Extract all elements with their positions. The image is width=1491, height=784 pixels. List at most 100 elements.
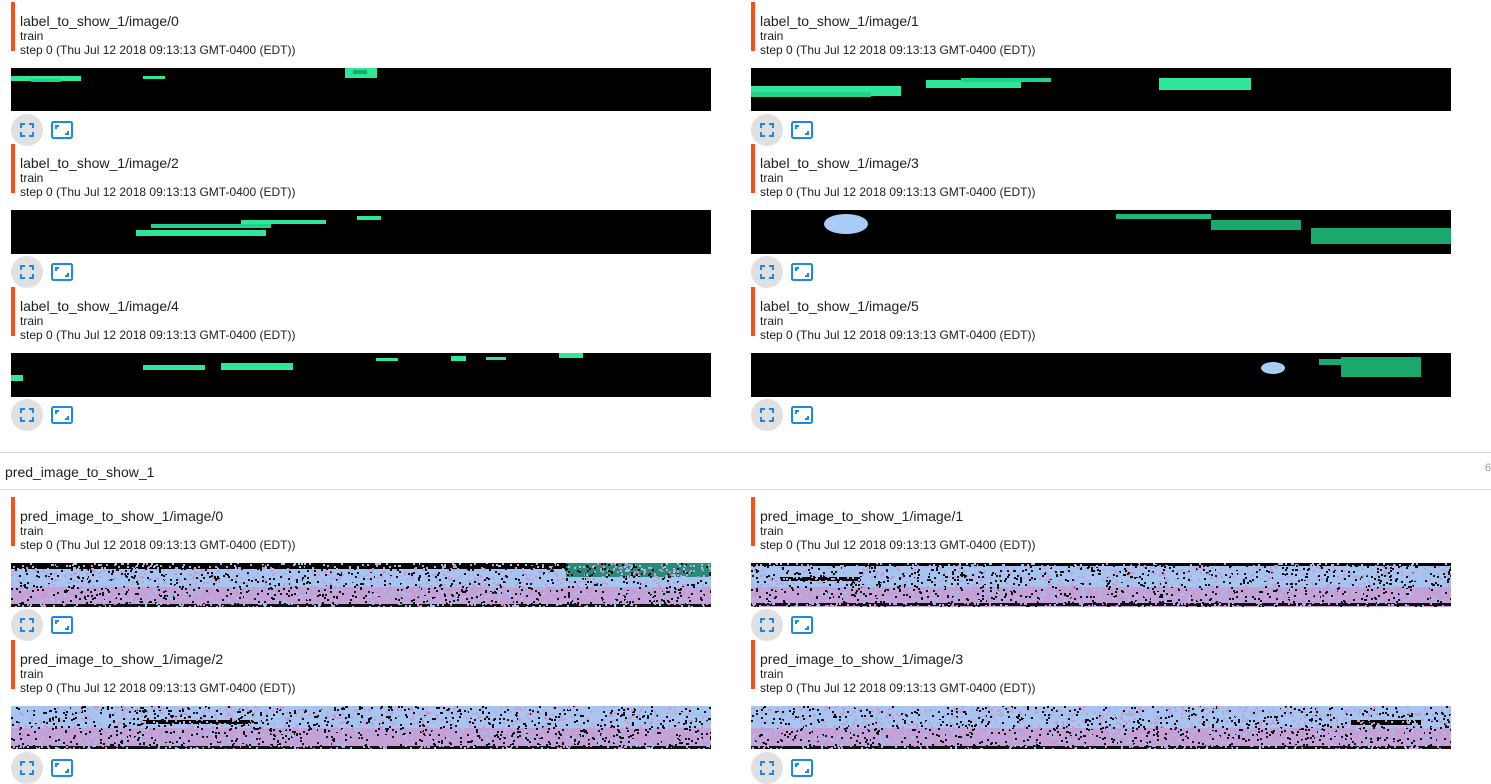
image-card: label_to_show_1/image/4 train step 0 (Th…	[11, 285, 711, 431]
aspect-ratio-icon	[791, 759, 813, 777]
fullscreen-icon	[760, 618, 774, 632]
card-toolbar	[11, 609, 131, 641]
card-image[interactable]	[11, 353, 711, 397]
run-color-indicator	[11, 640, 15, 689]
fullscreen-button[interactable]	[751, 256, 783, 288]
fit-size-button[interactable]	[51, 758, 73, 778]
card-toolbar	[751, 609, 871, 641]
fit-size-button[interactable]	[791, 405, 813, 425]
card-tag: label_to_show_1/image/2	[20, 155, 179, 171]
card-header: pred_image_to_show_1/image/2 train step …	[11, 638, 711, 695]
card-run: train	[760, 29, 784, 43]
card-run: train	[760, 314, 784, 328]
fullscreen-button[interactable]	[751, 609, 783, 641]
card-step: step 0 (Thu Jul 12 2018 09:13:13 GMT-040…	[760, 328, 1036, 342]
fit-size-button[interactable]	[51, 120, 73, 140]
fullscreen-button[interactable]	[11, 256, 43, 288]
card-image[interactable]	[751, 210, 1451, 254]
card-tag: pred_image_to_show_1/image/3	[760, 651, 964, 667]
section-divider	[0, 452, 1491, 453]
card-step: step 0 (Thu Jul 12 2018 09:13:13 GMT-040…	[760, 538, 1036, 552]
card-header: pred_image_to_show_1/image/1 train step …	[751, 495, 1451, 552]
card-image[interactable]	[11, 210, 711, 254]
fullscreen-icon	[20, 408, 34, 422]
run-color-indicator	[751, 287, 755, 336]
card-step: step 0 (Thu Jul 12 2018 09:13:13 GMT-040…	[20, 538, 296, 552]
section-title[interactable]: pred_image_to_show_1	[5, 464, 154, 480]
card-image[interactable]	[11, 563, 711, 607]
card-step: step 0 (Thu Jul 12 2018 09:13:13 GMT-040…	[20, 328, 296, 342]
aspect-ratio-icon	[51, 263, 73, 281]
section-divider	[0, 489, 1491, 490]
image-card: pred_image_to_show_1/image/0 train step …	[11, 495, 711, 641]
card-toolbar	[751, 256, 871, 288]
card-toolbar	[11, 256, 131, 288]
fullscreen-icon	[760, 408, 774, 422]
card-run: train	[20, 314, 44, 328]
fullscreen-icon	[20, 123, 34, 137]
image-card: pred_image_to_show_1/image/3 train step …	[751, 638, 1451, 784]
card-step: step 0 (Thu Jul 12 2018 09:13:13 GMT-040…	[20, 43, 296, 57]
aspect-ratio-icon	[791, 406, 813, 424]
card-run: train	[20, 667, 44, 681]
run-color-indicator	[11, 497, 15, 546]
fit-size-button[interactable]	[51, 615, 73, 635]
card-image[interactable]	[11, 68, 711, 111]
image-card: label_to_show_1/image/2 train step 0 (Th…	[11, 142, 711, 288]
fit-size-button[interactable]	[791, 615, 813, 635]
card-toolbar	[11, 752, 131, 784]
fullscreen-button[interactable]	[11, 752, 43, 784]
card-image[interactable]	[11, 706, 711, 749]
card-run: train	[760, 667, 784, 681]
fit-size-button[interactable]	[791, 758, 813, 778]
card-tag: pred_image_to_show_1/image/2	[20, 651, 224, 667]
fullscreen-icon	[20, 761, 34, 775]
card-step: step 0 (Thu Jul 12 2018 09:13:13 GMT-040…	[760, 43, 1036, 57]
card-tag: label_to_show_1/image/0	[20, 13, 179, 29]
card-image[interactable]	[751, 353, 1451, 397]
card-step: step 0 (Thu Jul 12 2018 09:13:13 GMT-040…	[20, 681, 296, 695]
fit-size-button[interactable]	[51, 405, 73, 425]
card-header: label_to_show_1/image/0 train step 0 (Th…	[11, 0, 711, 57]
run-color-indicator	[11, 144, 15, 193]
card-tag: label_to_show_1/image/4	[20, 298, 179, 314]
card-header: label_to_show_1/image/3 train step 0 (Th…	[751, 142, 1451, 199]
fullscreen-button[interactable]	[751, 399, 783, 431]
fullscreen-icon	[760, 265, 774, 279]
card-header: pred_image_to_show_1/image/0 train step …	[11, 495, 711, 552]
card-run: train	[20, 524, 44, 538]
card-image[interactable]	[751, 706, 1451, 749]
card-step: step 0 (Thu Jul 12 2018 09:13:13 GMT-040…	[760, 185, 1036, 199]
card-toolbar	[751, 399, 871, 431]
card-tag: pred_image_to_show_1/image/0	[20, 508, 224, 524]
run-color-indicator	[751, 2, 755, 51]
card-tag: label_to_show_1/image/5	[760, 298, 919, 314]
image-card: pred_image_to_show_1/image/2 train step …	[11, 638, 711, 784]
aspect-ratio-icon	[51, 406, 73, 424]
card-header: label_to_show_1/image/1 train step 0 (Th…	[751, 0, 1451, 57]
card-toolbar	[751, 752, 871, 784]
run-color-indicator	[11, 287, 15, 336]
aspect-ratio-icon	[51, 616, 73, 634]
card-image[interactable]	[751, 563, 1451, 607]
fit-size-button[interactable]	[791, 262, 813, 282]
run-color-indicator	[751, 144, 755, 193]
aspect-ratio-icon	[791, 263, 813, 281]
fullscreen-icon	[20, 618, 34, 632]
fit-size-button[interactable]	[791, 120, 813, 140]
card-header: label_to_show_1/image/2 train step 0 (Th…	[11, 142, 711, 199]
card-header: label_to_show_1/image/4 train step 0 (Th…	[11, 285, 711, 342]
fullscreen-button[interactable]	[751, 752, 783, 784]
fullscreen-button[interactable]	[11, 399, 43, 431]
card-header: label_to_show_1/image/5 train step 0 (Th…	[751, 285, 1451, 342]
image-card: label_to_show_1/image/3 train step 0 (Th…	[751, 142, 1451, 288]
fullscreen-button[interactable]	[11, 609, 43, 641]
aspect-ratio-icon	[791, 616, 813, 634]
image-card: label_to_show_1/image/0 train step 0 (Th…	[11, 0, 711, 146]
card-image[interactable]	[751, 68, 1451, 111]
image-card: pred_image_to_show_1/image/1 train step …	[751, 495, 1451, 641]
fit-size-button[interactable]	[51, 262, 73, 282]
card-run: train	[760, 171, 784, 185]
card-tag: label_to_show_1/image/1	[760, 13, 919, 29]
run-color-indicator	[11, 2, 15, 51]
